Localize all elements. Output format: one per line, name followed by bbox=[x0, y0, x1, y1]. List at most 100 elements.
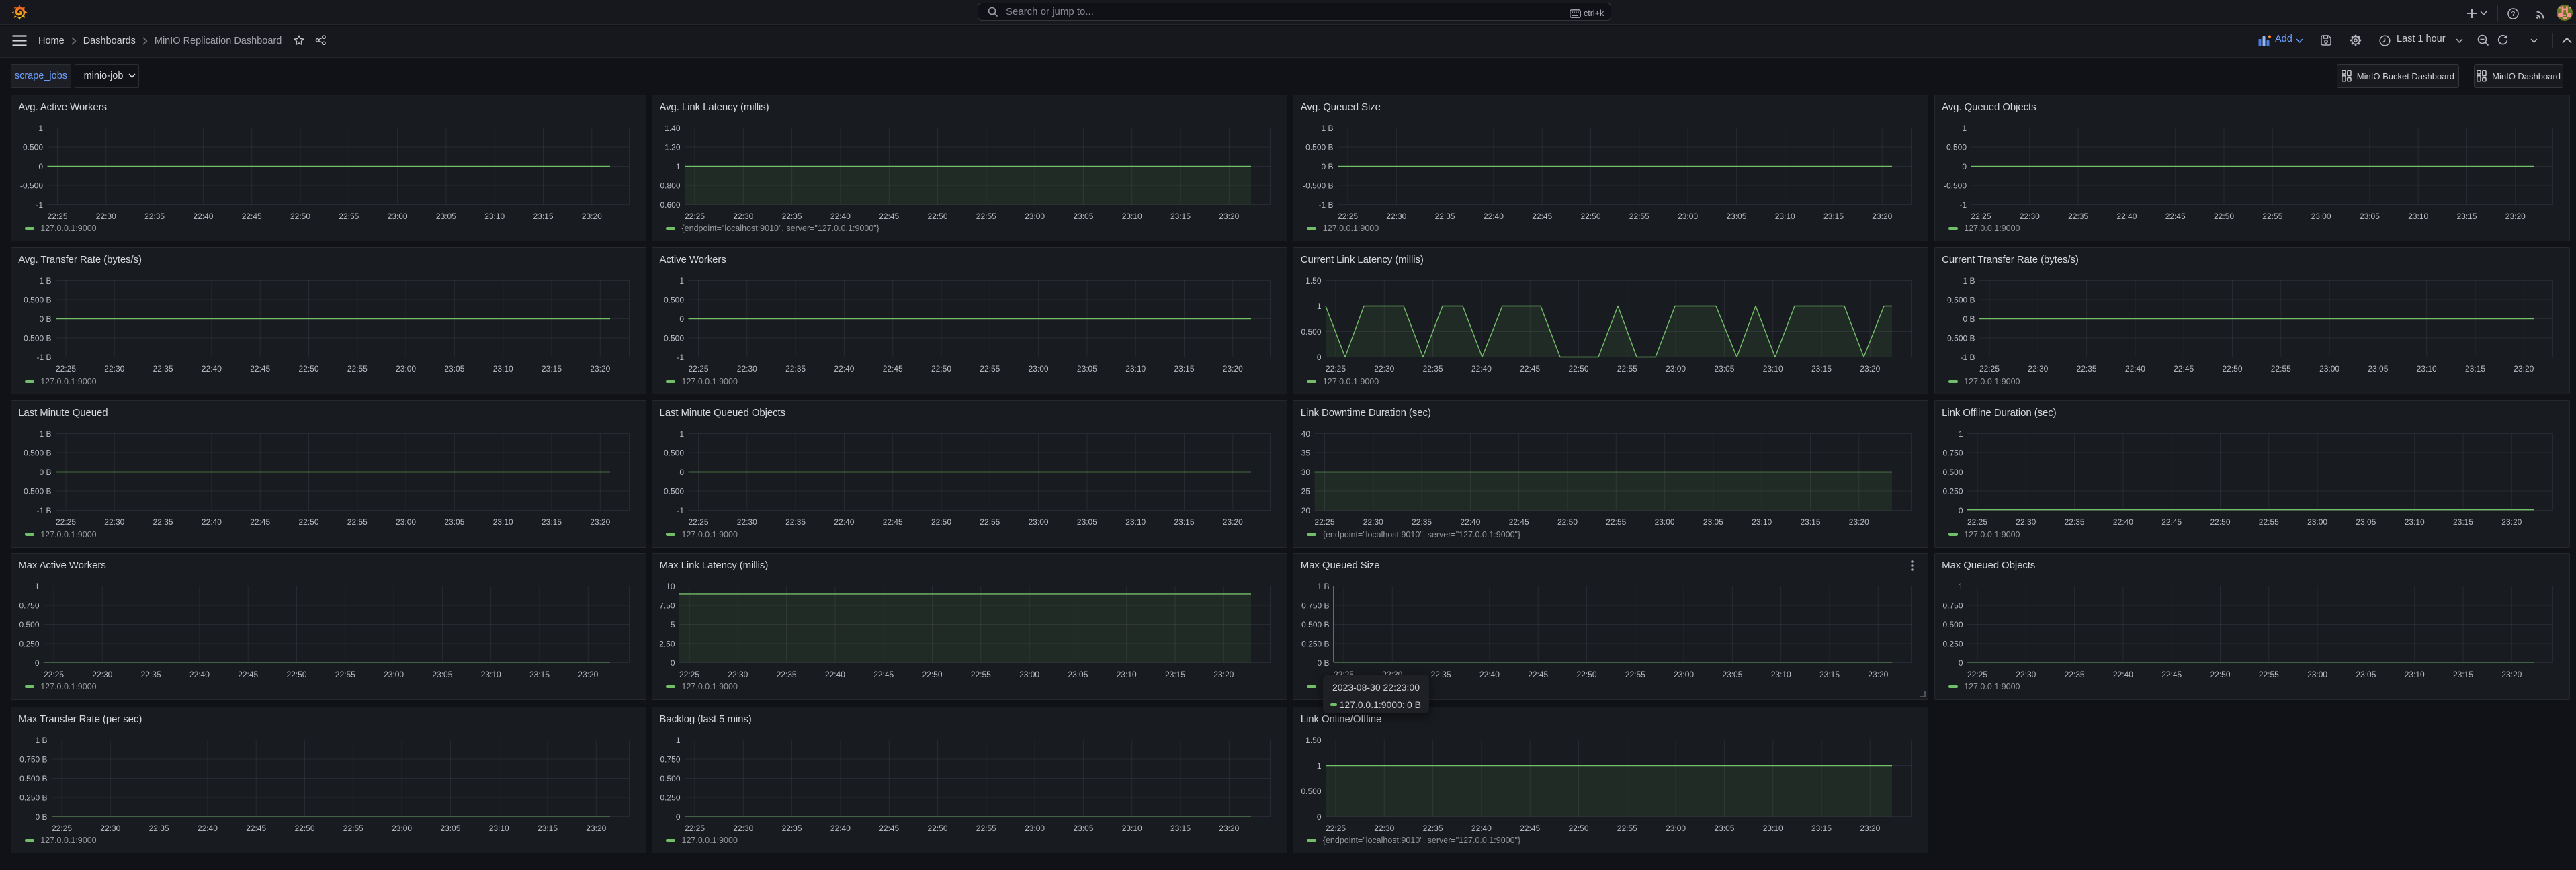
svg-text:23:10: 23:10 bbox=[2404, 670, 2424, 679]
svg-text:23:20: 23:20 bbox=[2501, 517, 2522, 527]
svg-text:23:20: 23:20 bbox=[1860, 364, 1881, 374]
svg-text:23:05: 23:05 bbox=[1715, 824, 1735, 833]
svg-text:22:35: 22:35 bbox=[2064, 517, 2084, 527]
svg-text:22:40: 22:40 bbox=[1484, 212, 1504, 221]
svg-text:0.250 B: 0.250 B bbox=[19, 793, 47, 802]
svg-text:23:10: 23:10 bbox=[2408, 212, 2428, 221]
svg-text:0 B: 0 B bbox=[1963, 314, 1975, 324]
svg-text:22:45: 22:45 bbox=[241, 212, 261, 221]
svg-text:1.20: 1.20 bbox=[664, 142, 681, 152]
svg-text:23:10: 23:10 bbox=[492, 364, 513, 374]
svg-text:22:45: 22:45 bbox=[250, 517, 270, 527]
svg-text:22:45: 22:45 bbox=[1509, 517, 1529, 527]
svg-text:0.500 B: 0.500 B bbox=[24, 449, 51, 458]
svg-text:22:35: 22:35 bbox=[144, 212, 165, 221]
svg-text:23:00: 23:00 bbox=[396, 517, 416, 527]
svg-text:22:40: 22:40 bbox=[189, 670, 210, 679]
svg-text:-0.500: -0.500 bbox=[20, 181, 43, 190]
svg-text:23:00: 23:00 bbox=[1655, 517, 1675, 527]
svg-text:0.500: 0.500 bbox=[23, 142, 43, 152]
svg-text:23:10: 23:10 bbox=[1771, 670, 1791, 679]
svg-text:23:10: 23:10 bbox=[488, 824, 509, 833]
svg-text:1 B: 1 B bbox=[39, 429, 51, 439]
svg-text:23:15: 23:15 bbox=[529, 670, 550, 679]
svg-text:23:10: 23:10 bbox=[1763, 364, 1783, 374]
svg-text:22:40: 22:40 bbox=[2112, 517, 2133, 527]
svg-text:23:00: 23:00 bbox=[396, 364, 416, 374]
svg-text:23:00: 23:00 bbox=[387, 212, 407, 221]
svg-text:0.750: 0.750 bbox=[1942, 449, 1963, 458]
svg-text:23:10: 23:10 bbox=[1125, 364, 1146, 374]
svg-text:22:40: 22:40 bbox=[1479, 670, 1500, 679]
svg-text:0: 0 bbox=[679, 314, 684, 324]
svg-text:22:45: 22:45 bbox=[238, 670, 258, 679]
svg-text:23:20: 23:20 bbox=[1849, 517, 1869, 527]
svg-text:23:05: 23:05 bbox=[1073, 212, 1093, 221]
svg-text:0.500: 0.500 bbox=[1942, 468, 1963, 477]
svg-text:0.600: 0.600 bbox=[660, 200, 681, 210]
svg-text:0 B: 0 B bbox=[1318, 658, 1330, 668]
svg-text:0.500: 0.500 bbox=[19, 620, 39, 629]
svg-text:0.250: 0.250 bbox=[660, 793, 681, 802]
svg-text:22:35: 22:35 bbox=[2068, 212, 2088, 221]
svg-text:23:05: 23:05 bbox=[2356, 517, 2376, 527]
svg-text:1 B: 1 B bbox=[1963, 276, 1975, 286]
svg-text:22:25: 22:25 bbox=[679, 670, 699, 679]
svg-text:0: 0 bbox=[671, 658, 675, 668]
svg-text:22:55: 22:55 bbox=[1629, 212, 1649, 221]
svg-text:23:15: 23:15 bbox=[542, 517, 562, 527]
svg-text:22:40: 22:40 bbox=[1471, 364, 1492, 374]
svg-text:22:25: 22:25 bbox=[685, 212, 705, 221]
svg-text:23:05: 23:05 bbox=[444, 517, 464, 527]
svg-text:23:15: 23:15 bbox=[1165, 670, 1185, 679]
svg-text:1: 1 bbox=[676, 162, 681, 171]
svg-text:22:40: 22:40 bbox=[830, 824, 851, 833]
svg-text:22:40: 22:40 bbox=[1461, 517, 1481, 527]
svg-text:-0.500: -0.500 bbox=[1944, 181, 1967, 190]
svg-text:1 B: 1 B bbox=[1318, 582, 1330, 591]
svg-text:23:20: 23:20 bbox=[1219, 824, 1239, 833]
svg-text:23:20: 23:20 bbox=[590, 364, 610, 374]
svg-text:22:25: 22:25 bbox=[1338, 212, 1358, 221]
svg-text:23:20: 23:20 bbox=[586, 824, 606, 833]
svg-text:-0.500 B: -0.500 B bbox=[21, 487, 51, 496]
svg-text:23:20: 23:20 bbox=[578, 670, 598, 679]
svg-text:23:10: 23:10 bbox=[480, 670, 501, 679]
svg-text:22:55: 22:55 bbox=[1625, 670, 1645, 679]
svg-text:22:55: 22:55 bbox=[347, 517, 367, 527]
svg-text:-1 B: -1 B bbox=[1960, 353, 1975, 362]
svg-text:0.500 B: 0.500 B bbox=[1301, 620, 1329, 629]
svg-text:22:25: 22:25 bbox=[1979, 364, 2000, 374]
svg-text:22:50: 22:50 bbox=[931, 517, 951, 527]
svg-text:22:30: 22:30 bbox=[1363, 517, 1383, 527]
svg-text:22:25: 22:25 bbox=[56, 517, 76, 527]
svg-text:22:40: 22:40 bbox=[2124, 364, 2145, 374]
svg-text:0: 0 bbox=[1958, 506, 1963, 515]
svg-text:5: 5 bbox=[671, 620, 675, 629]
svg-text:22:25: 22:25 bbox=[1967, 670, 1987, 679]
svg-text:23:00: 23:00 bbox=[1025, 212, 1045, 221]
svg-text:22:35: 22:35 bbox=[777, 670, 797, 679]
svg-text:0.750: 0.750 bbox=[660, 754, 681, 764]
svg-text:23:00: 23:00 bbox=[1029, 364, 1049, 374]
svg-text:23:10: 23:10 bbox=[1125, 517, 1146, 527]
svg-text:22:25: 22:25 bbox=[1967, 517, 1987, 527]
svg-text:0.500 B: 0.500 B bbox=[1305, 142, 1333, 152]
svg-text:22:50: 22:50 bbox=[1581, 212, 1601, 221]
svg-text:22:40: 22:40 bbox=[2116, 212, 2137, 221]
svg-text:22:30: 22:30 bbox=[100, 824, 120, 833]
svg-text:23:15: 23:15 bbox=[2465, 364, 2485, 374]
svg-text:22:55: 22:55 bbox=[976, 212, 996, 221]
svg-text:23:05: 23:05 bbox=[2359, 212, 2379, 221]
svg-text:22:35: 22:35 bbox=[153, 517, 173, 527]
svg-text:22:55: 22:55 bbox=[339, 212, 359, 221]
svg-text:22:45: 22:45 bbox=[250, 364, 270, 374]
svg-text:0.500: 0.500 bbox=[1942, 620, 1963, 629]
svg-text:23:00: 23:00 bbox=[392, 824, 412, 833]
svg-text:-1: -1 bbox=[36, 200, 43, 210]
svg-text:22:35: 22:35 bbox=[153, 364, 173, 374]
svg-text:22:50: 22:50 bbox=[1577, 670, 1597, 679]
svg-text:23:00: 23:00 bbox=[1666, 824, 1686, 833]
svg-text:23:10: 23:10 bbox=[492, 517, 513, 527]
svg-text:0: 0 bbox=[1962, 162, 1967, 171]
